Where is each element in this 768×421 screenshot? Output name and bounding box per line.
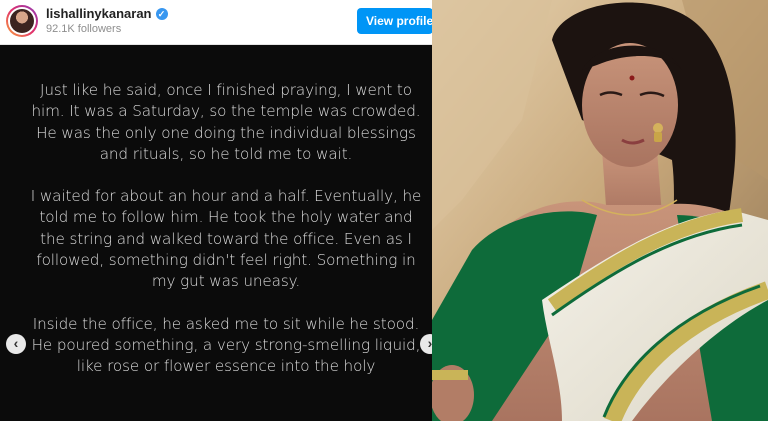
verified-badge-icon: ✓ — [155, 7, 168, 20]
portrait-illustration — [432, 0, 768, 421]
chevron-left-icon[interactable]: ‹ — [6, 334, 26, 354]
portrait-photo — [432, 0, 768, 421]
view-profile-button[interactable]: View profile — [357, 8, 433, 34]
username[interactable]: lishallinykanaran — [46, 6, 152, 21]
post-paragraph: Inside the office, he asked me to sit wh… — [31, 314, 421, 376]
username-row: lishallinykanaran ✓ — [46, 6, 168, 21]
post-paragraph: I waited for about an hour and a half. E… — [30, 187, 422, 291]
post-paragraph: Just like he said, once I finished prayi… — [31, 81, 421, 163]
follower-count: 92.1K followers — [46, 23, 122, 35]
avatar[interactable] — [6, 5, 38, 37]
avatar-photo — [10, 9, 34, 33]
instagram-embed: lishallinykanaran ✓ 92.1K followers View… — [0, 0, 437, 421]
embed-header: lishallinykanaran ✓ 92.1K followers View… — [0, 0, 437, 45]
post-text: Just like he said, once I finished prayi… — [25, 80, 427, 399]
